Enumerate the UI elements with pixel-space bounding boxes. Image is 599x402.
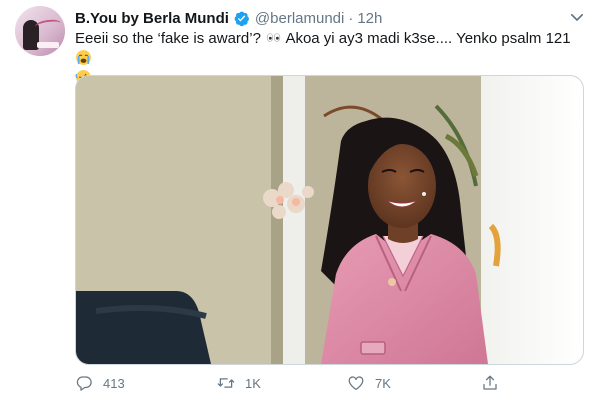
header-separator: ·	[348, 9, 354, 27]
loudly-crying-face-emoji-icon	[75, 49, 92, 66]
tweet-actions: 413 1K 7K	[75, 372, 515, 394]
tweet-header: B.You by Berla Mundi @berlamundi · 12h	[75, 8, 382, 28]
reply-count: 413	[103, 375, 125, 391]
share-icon	[483, 375, 497, 390]
author-name[interactable]: B.You by Berla Mundi	[75, 10, 229, 27]
retweet-button[interactable]: 1K	[217, 372, 261, 394]
reply-button[interactable]: 413	[75, 372, 125, 394]
verified-badge-icon	[233, 10, 250, 27]
tweet-photo[interactable]	[75, 75, 584, 365]
photo-image	[76, 76, 583, 364]
reply-icon	[76, 376, 92, 391]
share-button[interactable]	[481, 372, 509, 394]
retweet-count: 1K	[245, 375, 261, 391]
tweet-text-part-2: Akoa yi ay3 madi k3se.... Yenko psalm 12…	[282, 30, 571, 47]
avatar[interactable]	[15, 6, 65, 56]
eyes-emoji-icon	[265, 29, 282, 46]
like-button[interactable]: 7K	[347, 372, 391, 394]
timestamp[interactable]: 12h	[357, 10, 382, 27]
tweet-card[interactable]: B.You by Berla Mundi @berlamundi · 12h E…	[0, 0, 599, 402]
tweet-text-part-1: Eeeii so the ‘fake is award’?	[75, 30, 266, 47]
author-handle[interactable]: @berlamundi	[255, 10, 344, 27]
chevron-down-icon[interactable]	[568, 8, 586, 26]
heart-icon	[348, 376, 364, 391]
like-count: 7K	[375, 375, 391, 391]
retweet-icon	[217, 378, 235, 388]
